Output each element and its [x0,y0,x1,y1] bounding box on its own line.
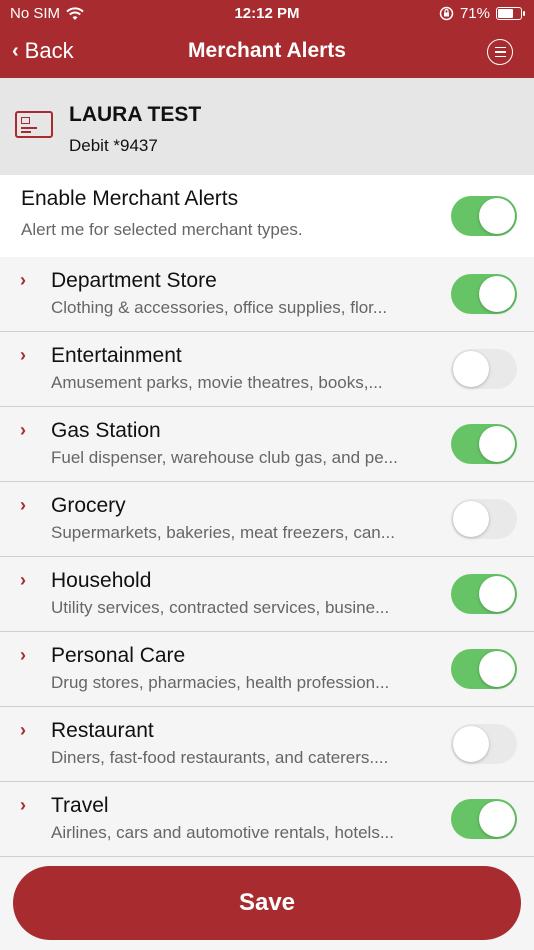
toggle-knob [479,576,515,612]
category-name: Travel [51,794,109,817]
category-row[interactable]: › Grocery Supermarkets, bakeries, meat fre… [0,482,534,557]
toggle-knob [479,651,515,687]
account-number: Debit *9437 [69,136,158,155]
menu-icon [494,46,506,49]
category-description: Fuel dispenser, warehouse club gas, and … [51,448,398,467]
battery-percent: 71% [459,5,490,22]
save-button[interactable]: Save [13,866,521,940]
toggle-knob [479,426,515,462]
toggle-knob [479,198,515,234]
navigation-bar: ‹ Back Merchant Alerts [0,30,534,74]
category-toggle[interactable] [451,274,517,314]
category-row[interactable]: › Entertainment Amusement parks, movie the… [0,332,534,407]
enable-alerts-title: Enable Merchant Alerts [21,187,239,210]
category-name: Entertainment [51,344,182,367]
chevron-right-icon: › [20,270,26,290]
status-bar: No SIM 12:12 PM 71% [0,0,534,28]
category-description: Airlines, cars and automotive rentals, h… [51,823,394,842]
category-toggle[interactable] [451,349,517,389]
category-description: Utility services, contracted services, b… [51,598,390,617]
top-bar: No SIM 12:12 PM 71% ‹ Back Merchant Aler… [0,0,534,78]
chevron-right-icon: › [20,420,26,440]
category-name: Grocery [51,494,126,517]
merchant-category-list: › Department Store Clothing & accessories,… [0,257,534,857]
category-toggle[interactable] [451,424,517,464]
orientation-lock-icon [439,6,454,21]
category-name: Gas Station [51,419,161,442]
account-header: LAURA TEST Debit *9437 [0,78,534,175]
category-name: Household [51,569,152,592]
enable-alerts-description: Alert me for selected merchant types. [21,220,303,239]
chevron-right-icon: › [20,570,26,590]
category-toggle[interactable] [451,499,517,539]
category-toggle[interactable] [451,574,517,614]
category-name: Department Store [51,269,217,292]
page-title: Merchant Alerts [188,39,346,62]
chevron-right-icon: › [20,645,26,665]
category-row[interactable]: › Department Store Clothing & accessories,… [0,257,534,332]
toggle-knob [453,501,489,537]
toggle-knob [479,801,515,837]
category-row[interactable]: › Travel Airlines, cars and automotive ren… [0,782,534,857]
category-description: Amusement parks, movie theatres, books,.… [51,373,383,392]
category-description: Supermarkets, bakeries, meat freezers, c… [51,523,395,542]
toggle-knob [479,276,515,312]
category-name: Restaurant [51,719,154,742]
chevron-right-icon: › [20,345,26,365]
category-row[interactable]: › Gas Station Fuel dispenser, warehouse cl… [0,407,534,482]
category-name: Personal Care [51,644,186,667]
menu-icon-line [494,51,506,53]
battery-icon [496,7,525,20]
category-row[interactable]: › Restaurant Diners, fast-food restaurants… [0,707,534,782]
category-toggle[interactable] [451,799,517,839]
category-toggle[interactable] [451,649,517,689]
account-name: LAURA TEST [69,103,202,126]
category-row[interactable]: › Household Utility services, contracted s… [0,557,534,632]
chevron-right-icon: › [20,795,26,815]
category-description: Diners, fast-food restaurants, and cater… [51,748,389,767]
category-description: Clothing & accessories, office supplies,… [51,298,388,317]
enable-merchant-alerts-row: Enable Merchant Alerts Alert me for sele… [0,175,534,257]
status-right: 71% [439,5,525,22]
credit-card-icon [15,111,53,138]
chevron-right-icon: › [20,720,26,740]
category-row[interactable]: › Personal Care Drug stores, pharmacies, h… [0,632,534,707]
enable-alerts-toggle[interactable] [451,196,517,236]
menu-button[interactable] [487,39,513,65]
category-description: Drug stores, pharmacies, health professi… [51,673,390,692]
chevron-right-icon: › [20,495,26,515]
category-toggle[interactable] [451,724,517,764]
menu-icon-line [494,55,506,58]
toggle-knob [453,351,489,387]
toggle-knob [453,726,489,762]
